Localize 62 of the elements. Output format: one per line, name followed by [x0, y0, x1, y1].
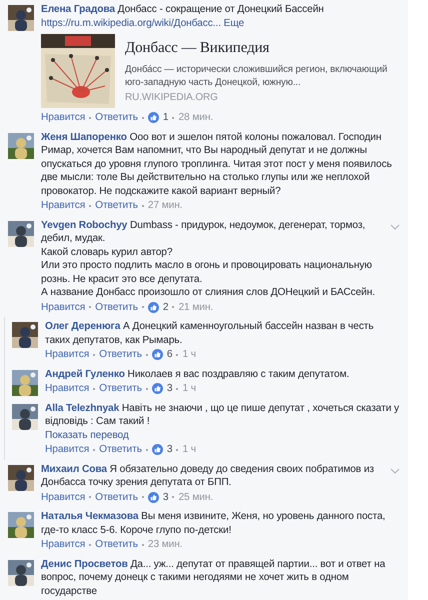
timestamp: 25 мин.	[178, 490, 214, 504]
like-icon	[152, 349, 163, 360]
more-link[interactable]: Еще	[224, 18, 244, 28]
timestamp: 1 ч	[182, 443, 196, 456]
like-count: 2	[162, 300, 168, 314]
reply-link[interactable]: Ответить	[99, 382, 142, 396]
like-count: 1	[162, 111, 168, 124]
comment-text: Alla Telezhnyak Навіть не знаючи , що це пише депутат , хочеться сказати у відповідь : Сам такий !	[45, 402, 400, 428]
comment-text: Андрей Гуленко Николаев я вас поздравляю с таким депутатом.	[45, 368, 350, 381]
like-icon	[152, 383, 163, 394]
like-count: 3	[162, 490, 168, 504]
comment-text: Елена Градова Донбасс - сокращение от Донецкий Бассейн	[41, 3, 325, 16]
author-link[interactable]: Женя Шапоренко	[41, 132, 127, 142]
like-icon	[148, 492, 159, 503]
comment-text: Yevgen Robochyy Dumbass - придурок, недоумок, дегенерат, тормоз, дебил, мудак. Какой словарь курил автор? Или это просто подлить масло в огонь и провоцировать национальную рознь. Не красит это все депутата. А название Донбасс произошло от слияния слов ДОНецкий и БАСсейн.	[41, 218, 376, 300]
timestamp: 1 ч	[182, 382, 196, 396]
reply-link[interactable]: Ответить	[99, 348, 142, 362]
timestamp: 28 мин.	[178, 111, 214, 124]
reply-link[interactable]: Ответить	[95, 111, 138, 124]
author-link[interactable]: Денис Просветов	[41, 558, 128, 570]
author-link[interactable]: Михаил Сова	[41, 464, 107, 474]
like-count: 3	[166, 382, 172, 396]
author-link[interactable]: Наталья Чекмазова	[41, 511, 138, 522]
reply-link[interactable]: Ответить	[99, 443, 142, 456]
chevron-down-icon[interactable]	[390, 224, 400, 230]
like-link[interactable]: Нравится	[45, 382, 90, 396]
like-icon	[152, 444, 163, 456]
translate-link[interactable]: Показать перевод	[45, 428, 400, 442]
preview-domain: RU.WIKIPEDIA.ORG	[125, 92, 219, 103]
timestamp: 23 мин.	[148, 538, 183, 552]
url-link[interactable]: https://ru.m.wikipedia.org/wiki/Донбасс...	[41, 18, 221, 28]
like-link[interactable]: Нравится	[41, 199, 86, 212]
comment-text: Олег Деренюга А Донецкий каменноугольный бассейн назван в честь таких депутатов, как Рымарь.	[45, 320, 375, 347]
author-link[interactable]: Alla Telezhnyak	[45, 402, 120, 414]
like-link[interactable]: Нравится	[41, 490, 86, 504]
like-link[interactable]: Нравится	[45, 443, 90, 456]
reply-link[interactable]: Ответить	[95, 300, 138, 314]
like-link[interactable]: Нравится	[41, 111, 86, 124]
author-link[interactable]: Андрей Гуленко	[45, 368, 125, 380]
like-link[interactable]: Нравится	[41, 300, 86, 314]
like-link[interactable]: Нравится	[45, 348, 90, 362]
author-link[interactable]: Олег Деренюга	[45, 321, 120, 332]
timestamp: 1 ч	[182, 348, 196, 362]
like-count: 3	[166, 443, 172, 456]
like-count: 6	[166, 348, 172, 362]
preview-title[interactable]: Донбасс — Википедия	[125, 40, 395, 57]
comment-text: Наталья Чекмазова Вы меня извините, Женя, но уровень данного поста, где-то класс 5-6. Короче глупо по-детски!	[41, 510, 386, 537]
chevron-down-icon[interactable]	[390, 468, 400, 474]
like-link[interactable]: Нравится	[41, 538, 86, 552]
reply-link[interactable]: Ответить	[95, 490, 138, 504]
comment-text: Михаил Сова Я обязательно доведу до сведения своих побратимов из Донбасса точку зрения депутата от БПП.	[41, 462, 375, 490]
reply-link[interactable]: Ответить	[95, 538, 138, 552]
timestamp: 21 мин.	[178, 300, 214, 314]
comment-text: Женя Шапоренко Ооо вот и эшелон пятой колоны пожаловал. Господин Римар, хочется Вам напомнит, что Вы народный депутат и не должны опускаться до уровня глупого троплинга. Читая этот пост у меня появилось две мысли: толе Вы действительно на столько глупы или же неплохой провокатор. Не подскажите какой вариант верный?	[41, 130, 393, 198]
comment-text: Денис Просветов Да... уж... депутат от правящей партии... вот и ответ на вопрос, почему донецк с такими негодяями не хочет жить в одном государстве	[41, 558, 386, 598]
preview-description: Донба́сс — исторически сложившийся регион, включающий юго-западную часть Донецкой, южную...	[125, 63, 388, 89]
like-icon	[148, 302, 159, 313]
author-link[interactable]: Yevgen Robochyy	[41, 220, 128, 230]
timestamp: 27 мин.	[148, 199, 183, 212]
author-link[interactable]: Елена Градова	[41, 4, 115, 15]
reply-link[interactable]: Ответить	[95, 199, 138, 212]
like-icon	[148, 112, 159, 124]
